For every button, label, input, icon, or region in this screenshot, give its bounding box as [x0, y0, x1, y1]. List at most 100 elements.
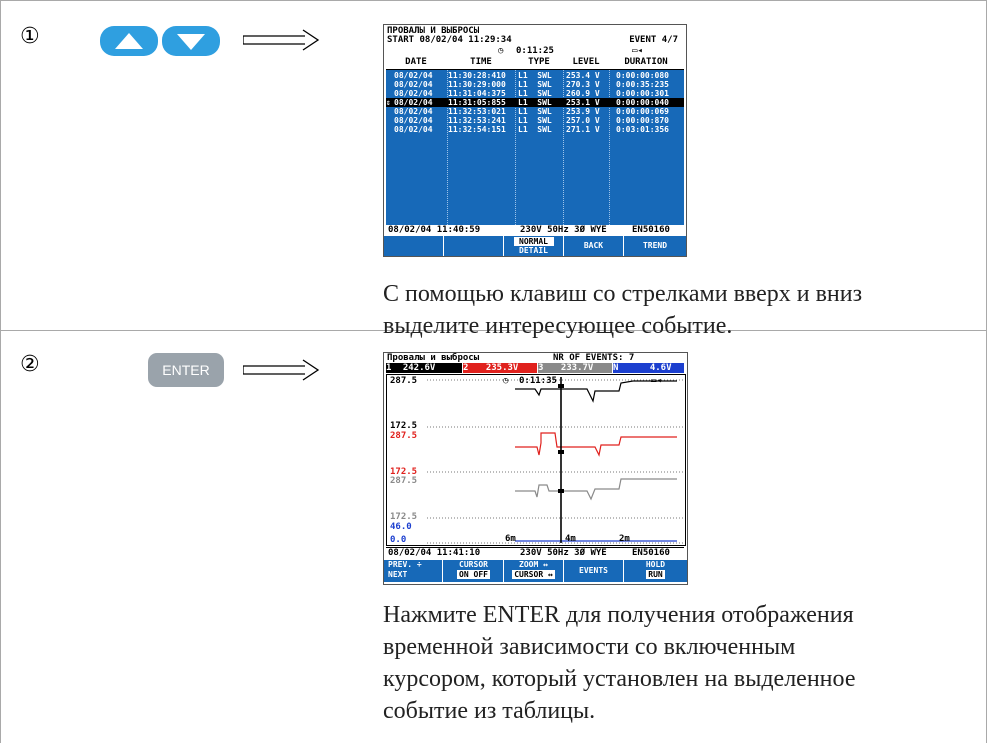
description-line: С помощью клавиш со стрелками вверх и вн… — [383, 281, 863, 307]
clock-icon: ◷ — [498, 46, 504, 56]
table-cell: L1 SWL — [518, 107, 552, 116]
scale-label: 172.5 — [390, 512, 418, 522]
fkey-normal-detail[interactable]: NORMAL DETAIL — [504, 236, 564, 256]
table-cell: 0:00:00:069 — [616, 107, 669, 116]
channel-1-readout: 1 242.6V — [386, 363, 462, 373]
channel-n-readout: N 4.6V — [613, 363, 684, 373]
scale-label: 46.0 — [390, 522, 412, 532]
footer-standard: EN50160 — [632, 225, 670, 235]
table-cell: L1 SWL — [518, 98, 552, 107]
description-line: Нажмите ENTER для получения отображения — [383, 602, 854, 628]
fkey-back[interactable]: BACK — [564, 236, 624, 256]
footer-nominal: 230V 50Hz 3Ø WYE — [520, 548, 607, 558]
table-cell: 270.3 V — [566, 80, 600, 89]
table-cell: L1 SWL — [518, 71, 552, 80]
scale-label: 0.0 — [390, 535, 407, 545]
fkey-zoom-cursor[interactable]: ZOOM ↔ CURSOR ↔ — [504, 560, 564, 582]
fkey-events[interactable]: EVENTS — [564, 560, 624, 582]
column-duration: DURATION — [624, 57, 668, 67]
event-counter: EVENT 4/7 — [629, 35, 678, 45]
trace-l2 — [515, 432, 677, 457]
column-date: DATE — [405, 57, 427, 67]
column-type: TYPE — [528, 57, 550, 67]
trace-l3 — [515, 478, 677, 501]
footer-datetime: 08/02/04 11:40:59 — [388, 225, 481, 235]
arrow-right-icon — [242, 357, 323, 388]
scale-label: 287.5 — [390, 431, 418, 441]
clock-icon: ◷ — [503, 376, 509, 386]
table-cell: 0:00:00:040 — [616, 98, 669, 107]
table-cell: 11:30:28:410 — [448, 71, 506, 80]
time-tick-label: 2m — [619, 534, 630, 544]
function-keys: NORMAL DETAIL BACK TREND — [384, 236, 686, 256]
description-line: событие из таблицы. — [383, 698, 596, 724]
column-level: LEVEL — [572, 57, 600, 67]
up-arrow-key-icon[interactable] — [100, 26, 158, 56]
table-row[interactable]: 08/02/04 11:30:29:000 L1 SWL 270.3 V 0:00:35… — [386, 80, 684, 89]
table-cell: 11:32:53:241 — [448, 116, 506, 125]
cursor-time: 0:11:35 — [519, 376, 557, 386]
down-arrow-key-icon[interactable] — [162, 26, 220, 56]
table-cell: 0:00:35:235 — [616, 80, 669, 89]
table-cell: 260.9 V — [566, 89, 600, 98]
table-cell: 08/02/04 — [394, 125, 433, 134]
time-tick-label: 4m — [565, 534, 576, 544]
events-table: ◷ 0:11:25 ▭◂ DATE TIME TYPE LEVEL DURATI… — [386, 46, 684, 225]
fkey-f1[interactable] — [384, 236, 444, 256]
screen-title: Провалы и выбросы — [387, 353, 480, 363]
table-cell: 257.0 V — [566, 116, 600, 125]
table-cell: 253.4 V — [566, 71, 600, 80]
fkey-trend[interactable]: TREND — [624, 236, 686, 256]
description-line: курсором, который установлен на выделенн… — [383, 666, 856, 692]
table-cell: 11:32:54:151 — [448, 125, 506, 134]
selection-marker-icon: ⇕ — [386, 98, 391, 107]
events-table-screen: ПРОВАЛЫ И ВЫБРОСЫ START 08/02/04 11:29:3… — [383, 24, 687, 257]
table-cell: L1 SWL — [518, 89, 552, 98]
events-count: NR OF EVENTS: 7 — [553, 353, 635, 363]
table-header: DATE TIME TYPE LEVEL DURATION — [386, 56, 684, 70]
table-cell: 11:32:53:021 — [448, 107, 506, 116]
table-cell: L1 SWL — [518, 80, 552, 89]
footer-datetime: 08/02/04 11:41:10 — [388, 548, 481, 558]
step-1-description: С помощью клавиш со стрелками вверх и вн… — [383, 278, 862, 342]
footer-standard: EN50160 — [632, 548, 670, 558]
table-cell: 08/02/04 — [394, 71, 433, 80]
screen-footer: 08/02/04 11:40:59 230V 50Hz 3Ø WYE EN501… — [386, 225, 684, 235]
step-2-description: Нажмите ENTER для получения отображения … — [383, 599, 855, 727]
table-cell: 0:00:00:080 — [616, 71, 669, 80]
fkey-f2[interactable] — [444, 236, 504, 256]
table-cell: 08/02/04 — [394, 80, 433, 89]
status-line: ◷ 0:11:25 ▭◂ — [386, 46, 684, 56]
trend-screen: Провалы и выбросы NR OF EVENTS: 7 1 242.… — [383, 352, 688, 585]
description-line: выделите интересующее событие. — [383, 313, 733, 339]
table-cell: L1 SWL — [518, 116, 552, 125]
channel-3-readout: 3 233.7V — [538, 363, 612, 373]
table-cell: 08/02/04 — [394, 98, 433, 107]
start-time: START 08/02/04 11:29:34 — [387, 35, 512, 45]
battery-plug-icon: ▭◂ — [632, 46, 643, 56]
table-cell: 253.9 V — [566, 107, 600, 116]
fkey-hold-run[interactable]: HOLD RUN — [624, 560, 687, 582]
enter-key[interactable]: ENTER — [148, 353, 224, 387]
channel-2-readout: 2 235.3V — [463, 363, 537, 373]
table-cell: 0:00:00:870 — [616, 116, 669, 125]
trend-plot: ◷ 0:11:35 ▭◂ 287.5 172.5 287.5 172.5 287… — [386, 374, 686, 546]
table-row[interactable]: 08/02/04 11:32:54:151 L1 SWL 271.1 V 0:03:01… — [386, 125, 684, 134]
table-row[interactable]: 08/02/04 11:32:53:021 L1 SWL 253.9 V 0:00:00… — [386, 107, 684, 116]
elapsed-time: 0:11:25 — [516, 46, 554, 56]
table-cell: 08/02/04 — [394, 89, 433, 98]
table-cell: 253.1 V — [566, 98, 600, 107]
arrow-right-icon — [242, 27, 323, 58]
table-row[interactable]: ⇕ 08/02/04 11:31:05:855 L1 SWL 253.1 V 0:00:0… — [386, 98, 684, 107]
table-cell: 0:03:01:356 — [616, 125, 669, 134]
fkey-cursor[interactable]: CURSOR ON OFF — [444, 560, 504, 582]
table-row[interactable]: 08/02/04 11:31:04:375 L1 SWL 260.9 V 0:00:00… — [386, 89, 684, 98]
function-keys: PREV. ÷ NEXT CURSOR ON OFF ZOOM ↔ CURSOR… — [384, 560, 687, 582]
table-row[interactable]: 08/02/04 11:30:28:410 L1 SWL 253.4 V 0:00:00… — [386, 71, 684, 80]
battery-plug-icon: ▭◂ — [651, 376, 662, 386]
scale-label: 172.5 — [390, 421, 418, 431]
description-line: временной зависимости со включенным — [383, 634, 796, 660]
fkey-prev-next[interactable]: PREV. ÷ NEXT — [384, 560, 443, 582]
table-row[interactable]: 08/02/04 11:32:53:241 L1 SWL 257.0 V 0:00:00… — [386, 116, 684, 125]
screen-footer: 08/02/04 11:41:10 230V 50Hz 3Ø WYE EN501… — [386, 547, 684, 558]
